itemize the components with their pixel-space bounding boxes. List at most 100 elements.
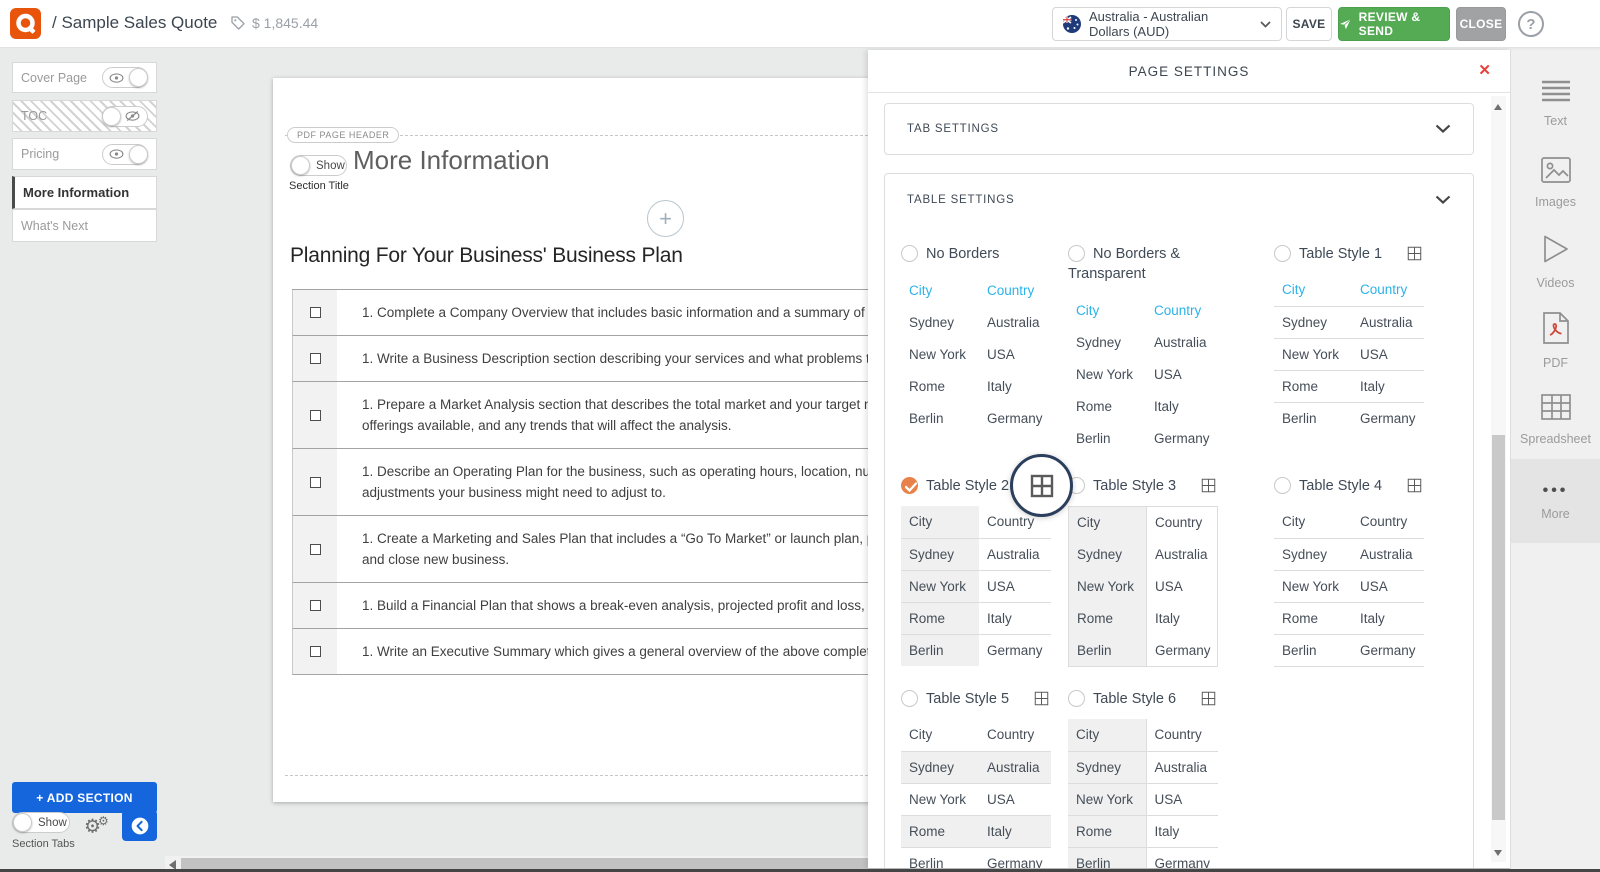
checklist-text[interactable]: 1. Write an Executive Summary which give… xyxy=(337,629,913,674)
eye-icon xyxy=(109,148,124,160)
sidebar-tool-spreadsheet[interactable]: Spreadsheet xyxy=(1511,380,1600,459)
checklist-text[interactable]: 1. Describe an Operating Plan for the bu… xyxy=(337,449,913,515)
settings-gear-icon[interactable]: ⚙⚙ xyxy=(84,814,109,837)
table-style-option-7[interactable]: Table Style 5 CityCountrySydneyAustralia… xyxy=(901,689,1068,868)
eye-icon xyxy=(109,72,124,84)
sidebar-tool-images[interactable]: Images xyxy=(1511,143,1600,222)
sidebar-item-more-information[interactable]: More Information xyxy=(12,176,157,209)
panel-title: PAGE SETTINGS xyxy=(1129,64,1250,79)
table-style-option-header: Table Style 1 xyxy=(1274,244,1434,264)
mini-table-cell: Australia xyxy=(1147,539,1218,571)
table-style-option-8[interactable]: Table Style 6 CityCountrySydneyAustralia… xyxy=(1068,689,1274,868)
checklist-row: 1. Prepare a Market Analysis section tha… xyxy=(292,382,911,449)
visibility-toggle[interactable] xyxy=(102,106,148,127)
checklist-text[interactable]: 1. Prepare a Market Analysis section tha… xyxy=(337,382,913,448)
checkbox[interactable] xyxy=(310,477,321,488)
mini-table-cell: USA xyxy=(1146,783,1218,815)
mini-table-cell: Italy xyxy=(1352,370,1424,402)
radio-unselected[interactable] xyxy=(901,690,918,707)
checkbox[interactable] xyxy=(310,544,321,555)
show-label: Show xyxy=(32,817,73,829)
checklist-text[interactable]: 1. Build a Financial Plan that shows a b… xyxy=(337,583,913,628)
sidebar-tool-more[interactable]: •••More xyxy=(1511,459,1600,543)
radio-selected[interactable] xyxy=(901,477,918,494)
table-style-option-header: Table Style 3 xyxy=(1068,476,1228,496)
radio-unselected[interactable] xyxy=(1068,245,1085,262)
table-style-name: Table Style 6 xyxy=(1093,691,1176,707)
close-panel-icon[interactable]: ✕ xyxy=(1478,61,1492,79)
sidebar-item-cover-page[interactable]: Cover Page xyxy=(12,62,157,93)
mini-table-cell: Germany xyxy=(1147,635,1218,667)
mini-table-cell: City xyxy=(901,506,979,538)
mini-table-preview: CityCountrySydneyAustraliaNew YorkUSARom… xyxy=(1274,506,1424,667)
checkbox[interactable] xyxy=(310,600,321,611)
checkbox[interactable] xyxy=(310,353,321,364)
mini-table-cell: Country xyxy=(1146,719,1218,751)
chevron-down-icon xyxy=(1435,124,1451,134)
table-style-option-1[interactable]: No BordersCityCountrySydneyAustraliaNew … xyxy=(901,244,1068,454)
checklist-row: 1. Build a Financial Plan that shows a b… xyxy=(292,583,911,629)
visibility-toggle[interactable] xyxy=(102,144,148,165)
sidebar-item-toc[interactable]: TOC xyxy=(12,100,157,132)
table-style-option-3[interactable]: Table Style 1 CityCountrySydneyAustralia… xyxy=(1274,244,1457,454)
section-title-text[interactable]: More Information xyxy=(353,145,550,176)
save-button[interactable]: SAVE xyxy=(1286,7,1332,41)
radio-unselected[interactable] xyxy=(1274,477,1291,494)
add-block-button[interactable]: + xyxy=(647,200,684,237)
checkbox[interactable] xyxy=(310,646,321,657)
text-icon xyxy=(1541,80,1571,107)
sidebar-tool-videos[interactable]: Videos xyxy=(1511,222,1600,301)
table-settings-header[interactable]: TABLE SETTINGS xyxy=(885,174,1473,226)
sidebar-tool-pdf[interactable]: PDF xyxy=(1511,301,1600,380)
checklist-text[interactable]: 1. Create a Marketing and Sales Plan tha… xyxy=(337,516,913,582)
sidebar-item-what-s-next[interactable]: What's Next xyxy=(12,209,157,242)
sidebar-item-pricing[interactable]: Pricing xyxy=(12,138,157,170)
checklist-row: 1. Describe an Operating Plan for the bu… xyxy=(292,449,911,516)
checkbox[interactable] xyxy=(310,410,321,421)
checklist-text[interactable]: 1. Write a Business Description section … xyxy=(337,336,913,381)
document-title[interactable]: / Sample Sales Quote xyxy=(52,13,217,33)
mini-table-preview: CityCountrySydneyAustraliaNew YorkUSARom… xyxy=(1068,719,1218,868)
radio-unselected[interactable] xyxy=(1274,245,1291,262)
tab-settings-header[interactable]: TAB SETTINGS xyxy=(885,103,1473,155)
table-grid-icon xyxy=(1034,691,1049,706)
top-bar: / Sample Sales Quote $ 1,845.44 Australi… xyxy=(0,0,1600,48)
mini-table-cell: USA xyxy=(1147,571,1218,603)
mini-table-preview: CityCountrySydneyAustraliaNew YorkUSARom… xyxy=(901,719,1051,868)
table-style-option-6[interactable]: Table Style 4 CityCountrySydneyAustralia… xyxy=(1274,476,1457,667)
checkbox[interactable] xyxy=(310,307,321,318)
panel-scroll-thumb[interactable] xyxy=(1492,435,1505,820)
visibility-toggle[interactable] xyxy=(102,67,148,88)
mini-table-cell: Sydney xyxy=(1069,539,1147,571)
radio-unselected[interactable] xyxy=(1068,690,1085,707)
drag-cursor-overlay xyxy=(1010,454,1073,517)
mini-table-cell: Berlin xyxy=(901,847,979,868)
mini-table-cell: USA xyxy=(979,783,1051,815)
table-grid-icon xyxy=(1030,474,1054,498)
tab-settings-card: TAB SETTINGS xyxy=(884,103,1474,155)
section-title-show-toggle[interactable]: Show xyxy=(290,155,347,176)
table-style-option-2[interactable]: No Borders & TransparentCityCountrySydne… xyxy=(1068,244,1274,454)
section-tabs-toggle[interactable]: Show xyxy=(12,812,70,833)
add-section-button[interactable]: + ADD SECTION xyxy=(12,782,157,813)
checklist-text[interactable]: 1. Complete a Company Overview that incl… xyxy=(337,290,913,335)
mini-table-preview: CityCountrySydneyAustraliaNew YorkUSARom… xyxy=(1274,274,1424,434)
sidebar-item-label: What's Next xyxy=(21,219,148,233)
app-logo[interactable] xyxy=(10,8,41,39)
table-style-option-5[interactable]: Table Style 3 CityCountrySydneyAustralia… xyxy=(1068,476,1274,667)
radio-unselected[interactable] xyxy=(901,245,918,262)
scroll-down-arrow[interactable] xyxy=(1494,850,1502,856)
sidebar-tool-text[interactable]: Text xyxy=(1511,64,1600,143)
tool-label: Spreadsheet xyxy=(1520,432,1591,446)
panel-scrollbar[interactable] xyxy=(1491,96,1506,862)
review-send-button[interactable]: REVIEW & SEND xyxy=(1338,7,1450,41)
scroll-up-arrow[interactable] xyxy=(1494,104,1502,110)
help-button[interactable]: ? xyxy=(1518,11,1544,37)
close-button[interactable]: CLOSE xyxy=(1456,7,1506,41)
table-style-option-header: No Borders xyxy=(901,244,1061,264)
page-heading[interactable]: Planning For Your Business' Business Pla… xyxy=(290,244,683,268)
collapse-sidebar-button[interactable] xyxy=(122,810,157,841)
mini-table-cell: Country xyxy=(1352,274,1424,306)
currency-selector[interactable]: Australia - Australian Dollars (AUD) xyxy=(1052,7,1282,41)
table-style-name: Table Style 1 xyxy=(1299,246,1382,262)
